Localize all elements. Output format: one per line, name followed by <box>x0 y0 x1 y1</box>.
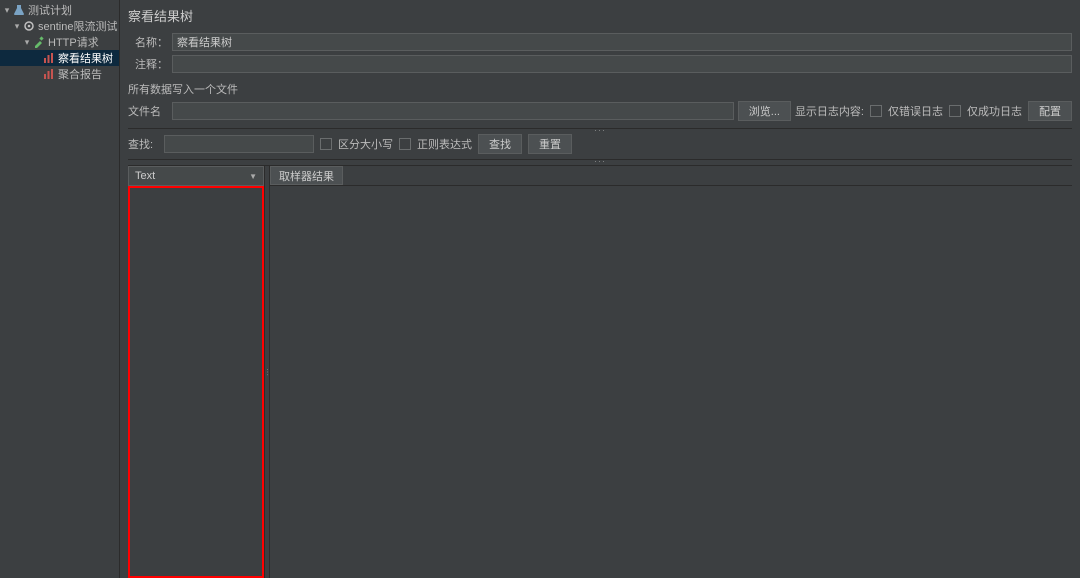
tab-sampler-result[interactable]: 取样器结果 <box>270 166 343 185</box>
renderer-select[interactable]: Text ▼ <box>128 166 264 186</box>
browse-button[interactable]: 浏览... <box>738 101 791 121</box>
pipette-icon <box>32 35 46 49</box>
tree-label: 察看结果树 <box>58 50 113 66</box>
tree-item-view-results-tree[interactable]: 察看结果树 <box>0 50 119 66</box>
case-label: 区分大小写 <box>338 136 393 152</box>
find-button[interactable]: 查找 <box>478 134 522 154</box>
chart-icon <box>42 51 56 65</box>
tree-panel: ▾ 测试计划 ▾ sentine限流测试 ▾ HTTP请求 <box>0 0 120 578</box>
result-right-panel: 取样器结果 <box>270 166 1072 578</box>
chart-icon <box>42 67 56 81</box>
comment-input[interactable] <box>172 55 1072 73</box>
config-button[interactable]: 配置 <box>1028 101 1072 121</box>
gear-icon <box>22 19 36 33</box>
comment-label: 注释： <box>128 56 168 72</box>
tree-toggle-icon[interactable]: ▾ <box>22 37 32 48</box>
show-log-label: 显示日志内容: <box>795 103 864 119</box>
tree-label: 聚合报告 <box>58 66 102 82</box>
only-success-checkbox[interactable] <box>949 105 961 117</box>
details-pane <box>270 186 1072 578</box>
result-left-panel: Text ▼ <box>128 166 264 578</box>
regex-label: 正则表达式 <box>417 136 472 152</box>
page-title: 察看结果树 <box>128 6 1072 25</box>
case-checkbox[interactable] <box>320 138 332 150</box>
name-label: 名称： <box>128 34 168 50</box>
regex-checkbox[interactable] <box>399 138 411 150</box>
tree-label: sentine限流测试 <box>38 18 117 34</box>
h-splitter[interactable]: ··· <box>128 159 1072 160</box>
name-input[interactable] <box>172 33 1072 51</box>
search-label: 查找: <box>128 136 158 152</box>
chevron-down-icon: ▼ <box>249 172 257 181</box>
tree-item-test-plan[interactable]: ▾ 测试计划 <box>0 2 119 18</box>
flask-icon <box>12 3 26 17</box>
filename-input[interactable] <box>172 102 734 120</box>
file-section-caption: 所有数据写入一个文件 <box>128 81 1072 97</box>
grip-icon: ··· <box>594 156 606 166</box>
tree-toggle-icon[interactable]: ▾ <box>2 5 12 16</box>
comment-row: 注释： <box>128 55 1072 73</box>
tree-item-http-request[interactable]: ▾ HTTP请求 <box>0 34 119 50</box>
search-input[interactable] <box>164 135 314 153</box>
tree-label: HTTP请求 <box>48 34 99 50</box>
v-splitter[interactable]: ··· <box>264 166 270 578</box>
result-tabs: 取样器结果 <box>270 166 1072 186</box>
h-splitter[interactable]: ··· <box>128 128 1072 129</box>
reset-button[interactable]: 重置 <box>528 134 572 154</box>
result-tree[interactable] <box>128 186 264 578</box>
tree-item-thread-group[interactable]: ▾ sentine限流测试 <box>0 18 119 34</box>
only-error-label: 仅错误日志 <box>888 103 943 119</box>
file-row: 文件名 浏览... 显示日志内容: 仅错误日志 仅成功日志 配置 <box>128 101 1072 121</box>
renderer-value: Text <box>135 170 155 182</box>
only-error-checkbox[interactable] <box>870 105 882 117</box>
log-flags: 显示日志内容: 仅错误日志 仅成功日志 配置 <box>795 101 1072 121</box>
tree-label: 测试计划 <box>28 2 72 18</box>
name-row: 名称： <box>128 33 1072 51</box>
grip-icon: ··· <box>265 368 269 376</box>
grip-icon: ··· <box>594 125 606 135</box>
tree-item-aggregate-report[interactable]: 聚合报告 <box>0 66 119 82</box>
only-success-label: 仅成功日志 <box>967 103 1022 119</box>
result-area: Text ▼ ··· 取样器结果 <box>128 165 1072 578</box>
filename-label: 文件名 <box>128 103 168 119</box>
main-panel: 察看结果树 名称： 注释： 所有数据写入一个文件 文件名 浏览... 显示日志内… <box>120 0 1080 578</box>
search-row: 查找: 区分大小写 正则表达式 查找 重置 <box>128 134 1072 154</box>
tree-toggle-icon[interactable]: ▾ <box>12 21 22 32</box>
